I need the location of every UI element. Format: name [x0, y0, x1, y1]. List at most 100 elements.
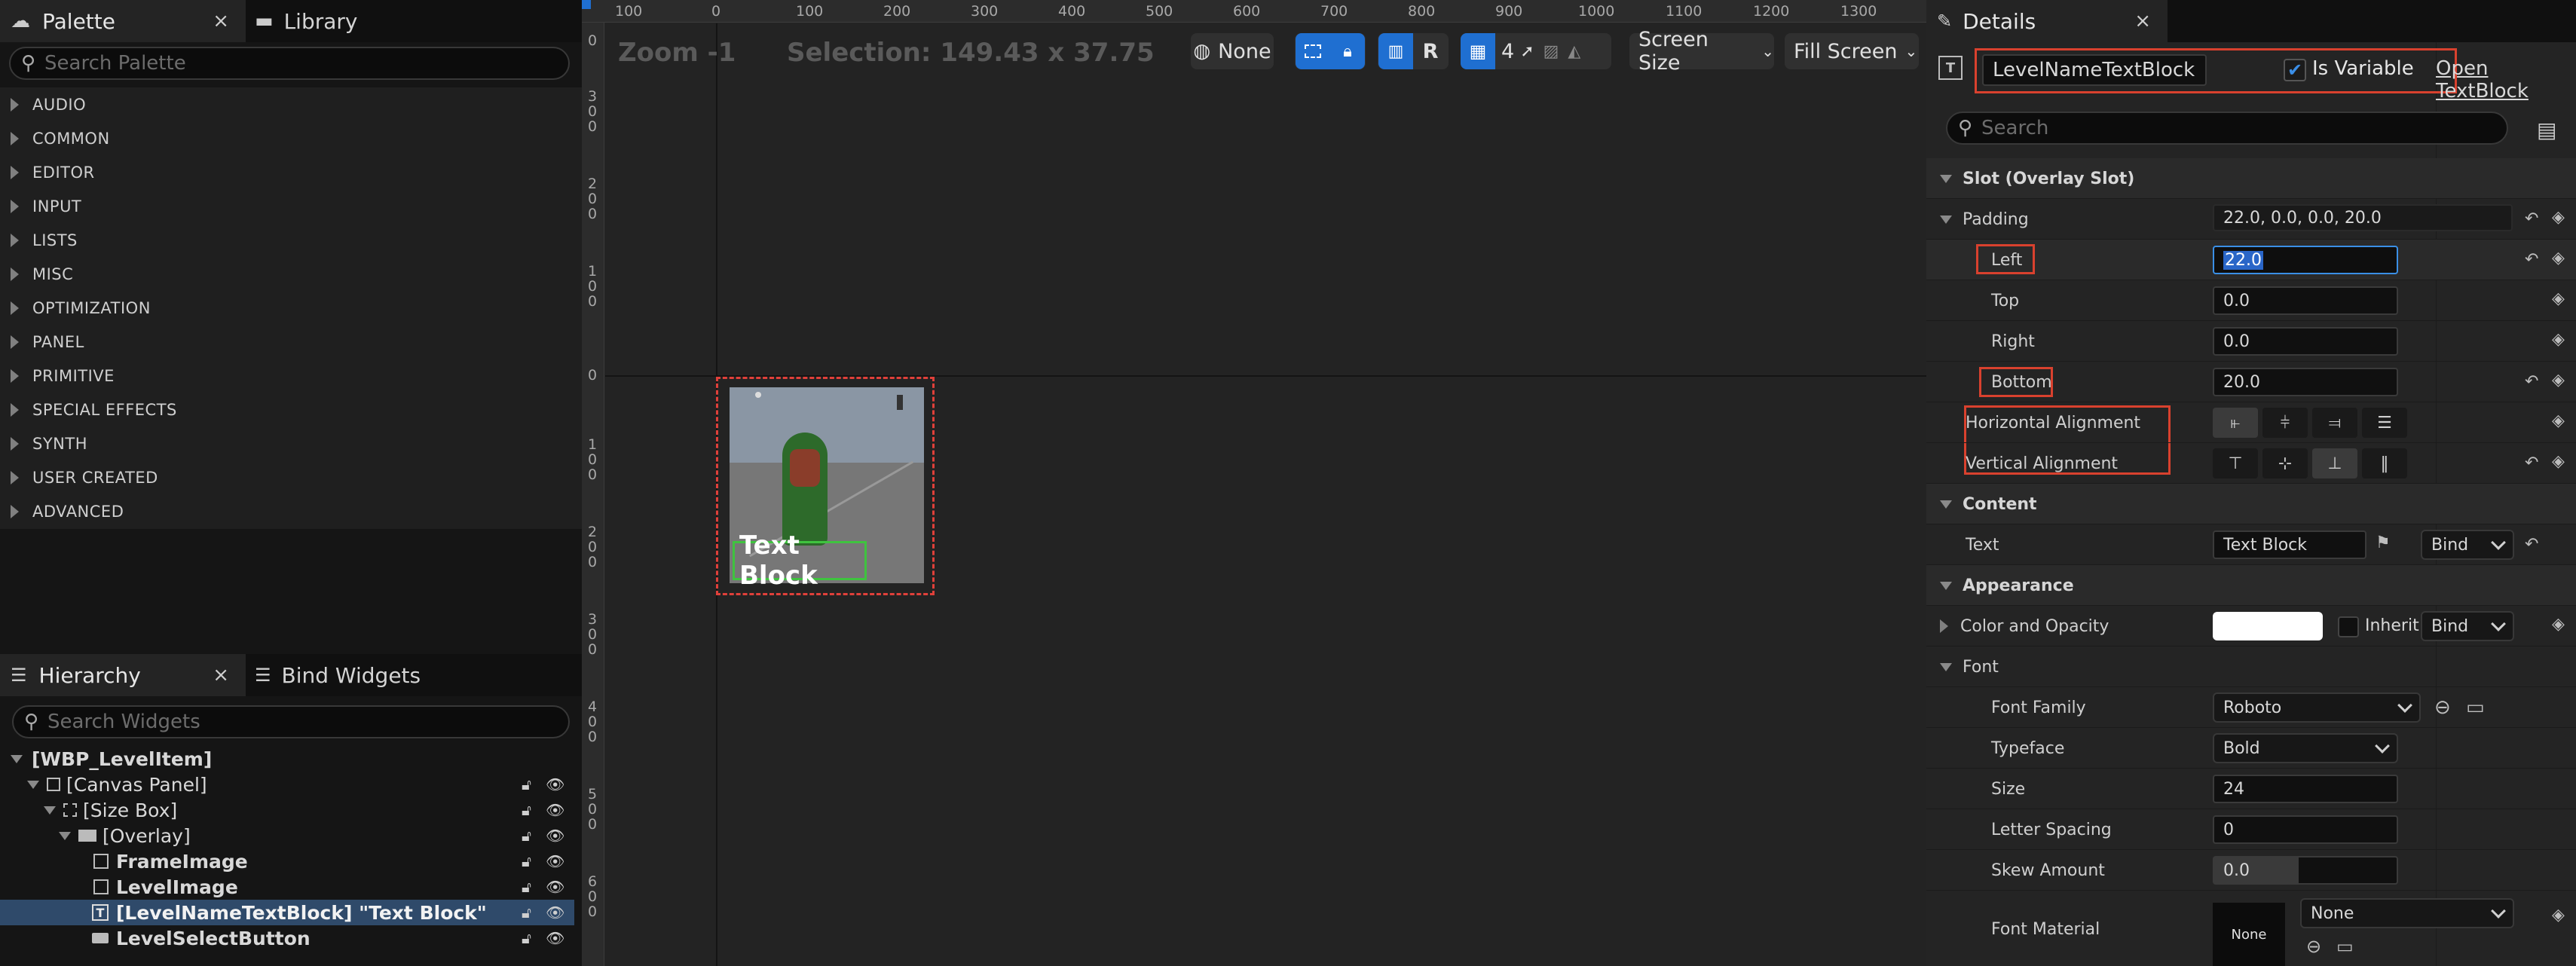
keyframe-icon[interactable]: ◈: [2552, 371, 2565, 390]
use-selected-icon[interactable]: ⊖: [2306, 936, 2321, 957]
grid-size-value[interactable]: 4: [1501, 40, 1514, 63]
align-center-icon[interactable]: ⫩: [2262, 408, 2308, 438]
eye-icon[interactable]: 👁︎: [546, 929, 564, 947]
keyframe-icon[interactable]: ◈: [2552, 906, 2565, 925]
layout-icon[interactable]: ▥: [1378, 33, 1413, 69]
eye-icon[interactable]: 👁︎: [546, 827, 564, 845]
cursor-icon[interactable]: ➚: [1520, 42, 1534, 61]
align-fill-icon[interactable]: ☰: [2362, 408, 2407, 438]
section-slot[interactable]: Slot (Overlay Slot): [1926, 158, 2576, 199]
category-editor[interactable]: EDITOR: [0, 155, 573, 189]
eye-icon[interactable]: 👁︎: [546, 852, 564, 870]
is-variable-checkbox[interactable]: ✔: [2284, 59, 2306, 81]
text-bind-dropdown[interactable]: Bind: [2421, 530, 2514, 560]
font-material-thumbnail[interactable]: None: [2213, 903, 2285, 966]
row-font-section[interactable]: Font: [1926, 647, 2576, 687]
font-material-dropdown[interactable]: None: [2300, 898, 2514, 928]
palette-search-input[interactable]: ⚲ Search Palette: [9, 47, 570, 80]
eye-icon[interactable]: 👁︎: [546, 775, 564, 793]
category-user-created[interactable]: USER CREATED: [0, 460, 573, 494]
designer-viewport[interactable]: 100 0 100 200 300 400 500 600 700 800 90…: [582, 0, 1926, 966]
category-misc[interactable]: MISC: [0, 257, 573, 291]
tab-details[interactable]: ✎ Details ×: [1926, 0, 2168, 42]
align-bottom-icon[interactable]: ⊥: [2312, 448, 2357, 478]
reset-icon[interactable]: ↶: [2525, 250, 2538, 269]
keyframe-icon[interactable]: ◈: [2552, 289, 2565, 308]
reset-icon[interactable]: ↶: [2525, 454, 2538, 472]
align-middle-icon[interactable]: ⊹: [2262, 448, 2308, 478]
align-left-icon[interactable]: ⫦: [2213, 408, 2258, 438]
typeface-dropdown[interactable]: Bold: [2213, 733, 2398, 763]
lock-icon[interactable]: 🔒︎: [1330, 33, 1365, 69]
flag-icon[interactable]: ⚑: [2376, 533, 2391, 552]
triangle-icon[interactable]: ◭: [1568, 42, 1580, 61]
skew-amount-slider[interactable]: 0.0: [2213, 856, 2398, 885]
hierarchy-search-input[interactable]: ⚲ Search Widgets: [12, 705, 570, 738]
align-right-icon[interactable]: ⫤: [2312, 408, 2357, 438]
dashed-select-icon[interactable]: [1296, 33, 1330, 69]
padding-summary-field[interactable]: 22.0, 0.0, 0.0, 20.0: [2213, 204, 2513, 231]
keyframe-icon[interactable]: ◈: [2552, 330, 2565, 349]
lock-icon[interactable]: 🔓︎: [522, 801, 531, 819]
category-advanced[interactable]: ADVANCED: [0, 494, 573, 528]
color-bind-dropdown[interactable]: Bind: [2421, 611, 2514, 641]
image-icon[interactable]: ▨: [1543, 42, 1559, 61]
open-textblock-link[interactable]: Open TextBlock: [2436, 57, 2576, 102]
eye-icon[interactable]: 👁︎: [546, 903, 564, 922]
keyframe-icon[interactable]: ◈: [2552, 249, 2565, 267]
close-icon[interactable]: ×: [213, 10, 229, 32]
lock-icon[interactable]: 🔓︎: [522, 903, 531, 922]
section-content[interactable]: Content: [1926, 484, 2576, 524]
align-top-icon[interactable]: ⊤: [2213, 448, 2258, 478]
padding-right-input[interactable]: 0.0: [2213, 327, 2398, 356]
font-size-input[interactable]: 24: [2213, 775, 2398, 803]
tree-item-size-box[interactable]: [Size Box] 🔓︎ 👁︎: [0, 797, 574, 823]
section-appearance[interactable]: Appearance: [1926, 565, 2576, 606]
r-toggle-button[interactable]: R: [1413, 33, 1448, 69]
text-block-preview[interactable]: Text Block: [733, 530, 867, 591]
font-family-dropdown[interactable]: Roboto: [2213, 692, 2421, 723]
reset-icon[interactable]: ↶: [2525, 372, 2538, 391]
lock-icon[interactable]: 🔓︎: [522, 929, 531, 947]
tree-item-level-image[interactable]: LevelImage 🔓︎ 👁︎: [0, 874, 574, 900]
padding-bottom-input[interactable]: 20.0: [2213, 368, 2398, 396]
screen-size-dropdown[interactable]: Screen Size ⌄: [1629, 28, 1774, 75]
tree-item-canvas-panel[interactable]: [Canvas Panel] 🔓︎ 👁︎: [0, 772, 574, 797]
lock-icon[interactable]: 🔓︎: [522, 827, 531, 845]
grid-icon[interactable]: ▦: [1461, 33, 1495, 69]
tree-item-level-name-text-block[interactable]: T [LevelNameTextBlock] "Text Block" 🔓︎ 👁…: [0, 900, 574, 925]
tree-item-frame-image[interactable]: FrameImage 🔓︎ 👁︎: [0, 848, 574, 874]
category-optimization[interactable]: OPTIMIZATION: [0, 291, 573, 325]
inherit-checkbox[interactable]: [2338, 616, 2359, 637]
lock-icon[interactable]: 🔓︎: [522, 878, 531, 896]
category-special-effects[interactable]: SPECIAL EFFECTS: [0, 393, 573, 426]
close-icon[interactable]: ×: [2134, 10, 2151, 32]
tab-palette[interactable]: ☁ Palette ×: [0, 0, 246, 42]
close-icon[interactable]: ×: [213, 664, 229, 686]
category-panel[interactable]: PANEL: [0, 325, 573, 359]
padding-top-input[interactable]: 0.0: [2213, 286, 2398, 315]
category-common[interactable]: COMMON: [0, 121, 573, 155]
padding-left-input[interactable]: 22.0: [2213, 246, 2398, 274]
category-primitive[interactable]: PRIMITIVE: [0, 359, 573, 393]
lock-icon[interactable]: 🔓︎: [522, 775, 531, 793]
category-input[interactable]: INPUT: [0, 189, 573, 223]
tab-library[interactable]: ▬ Library: [249, 0, 475, 42]
details-search-input[interactable]: ⚲ Search: [1946, 112, 2508, 145]
fill-screen-dropdown[interactable]: Fill Screen ⌄: [1785, 33, 1919, 69]
eye-icon[interactable]: 👁︎: [546, 801, 564, 819]
property-matrix-icon[interactable]: ▤: [2537, 118, 2556, 142]
text-input[interactable]: Text Block: [2213, 530, 2366, 559]
browse-folder-icon[interactable]: ▭: [2336, 936, 2354, 957]
color-swatch[interactable]: [2213, 612, 2323, 640]
category-audio[interactable]: AUDIO: [0, 87, 573, 121]
browse-folder-icon[interactable]: ▭: [2466, 696, 2485, 719]
reset-icon[interactable]: ↶: [2525, 209, 2538, 228]
align-vfill-icon[interactable]: ‖: [2362, 448, 2407, 478]
reset-icon[interactable]: ↶: [2525, 535, 2538, 554]
category-synth[interactable]: SYNTH: [0, 426, 573, 460]
keyframe-icon[interactable]: ◈: [2552, 411, 2565, 430]
keyframe-icon[interactable]: ◈: [2552, 452, 2565, 471]
letter-spacing-input[interactable]: 0: [2213, 815, 2398, 844]
eye-icon[interactable]: 👁︎: [546, 878, 564, 896]
